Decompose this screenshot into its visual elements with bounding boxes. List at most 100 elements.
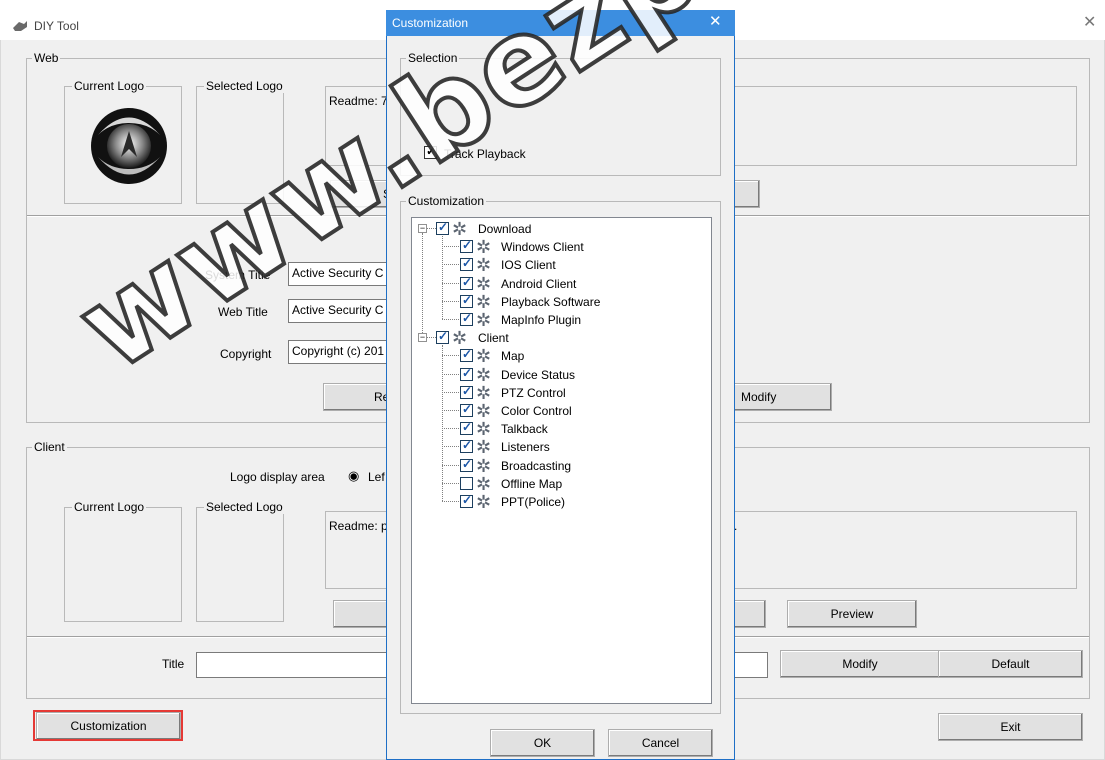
child-checkbox[interactable]: ✓ — [460, 238, 473, 254]
collapse-icon[interactable]: − — [418, 224, 427, 233]
track-playback-checkbox[interactable]: ✓ Track Playback — [424, 144, 544, 161]
child-checkbox[interactable]: ✓ — [460, 274, 473, 290]
child-checkbox[interactable]: ✓ — [460, 366, 473, 381]
client-selected-logo-label: Selected Logo — [204, 500, 285, 514]
radio-selected-icon[interactable]: ◉ — [348, 469, 359, 483]
check-mark-icon: ✓ — [462, 274, 473, 289]
client-selected-logo-box — [196, 507, 284, 622]
tree-connector — [442, 282, 459, 284]
gear-icon: ✲ — [476, 346, 492, 367]
check-mark-icon: ✓ — [438, 220, 449, 234]
gear-icon: ✲ — [476, 473, 492, 494]
dialog-title-bar[interactable]: Customization ✕ — [386, 10, 735, 36]
gear-icon: ✲ — [476, 437, 492, 458]
child-checkbox[interactable]: ✓ — [460, 292, 473, 308]
system-title-label: System Title — [205, 268, 271, 282]
check-mark-icon: ✓ — [462, 256, 473, 271]
checkbox-checked-icon[interactable]: ✓ — [424, 144, 437, 159]
child-checkbox[interactable]: ✓ — [460, 456, 473, 472]
copyright-label: Copyright — [220, 347, 272, 361]
tree-item-label: Offline Map — [501, 476, 563, 491]
dialog-close-icon[interactable]: ✕ — [709, 14, 722, 29]
tree-connector — [442, 246, 459, 248]
tree-item-label: IOS Client — [501, 258, 556, 273]
tree-connector — [427, 337, 436, 339]
app-icon — [13, 21, 27, 31]
check-mark-icon: ✓ — [462, 347, 473, 362]
tree-item-label: Playback Software — [501, 294, 601, 309]
gear-icon: ✲ — [476, 237, 492, 258]
web-current-logo-label: Current Logo — [72, 79, 147, 93]
parent-checkbox[interactable]: ✓ — [436, 329, 449, 345]
tree-item-label: Download — [478, 222, 532, 236]
web-title-input[interactable]: Active Security C — [288, 299, 398, 323]
tree-item-label: Device Status — [501, 367, 576, 382]
tree-connector — [442, 446, 459, 448]
client-modify-button[interactable]: Modify — [780, 650, 940, 678]
cancel-button[interactable]: Cancel — [608, 729, 713, 757]
copyright-input[interactable]: Copyright (c) 201 — [288, 340, 398, 364]
parent-checkbox[interactable]: ✓ — [436, 220, 449, 235]
default-button[interactable]: Default — [938, 650, 1083, 678]
customization-highlight — [33, 710, 183, 741]
tree-item-label: PTZ Control — [501, 385, 566, 400]
system-title-input[interactable]: Active Security C — [288, 262, 398, 286]
exit-button[interactable]: Exit — [938, 713, 1083, 741]
preview-button[interactable]: Preview — [787, 600, 917, 628]
client-current-logo-label: Current Logo — [72, 500, 147, 514]
tree-connector — [442, 300, 459, 302]
tree-item-label: Android Client — [501, 276, 577, 291]
web-selected-logo-box — [196, 86, 284, 204]
client-readme-text: Readme: p — [329, 519, 388, 533]
tree-item-label: Client — [478, 331, 509, 346]
check-mark-icon: ✓ — [462, 456, 473, 471]
left-radio-label: Lef — [368, 470, 385, 484]
tree-item-label: Broadcasting — [501, 458, 572, 473]
gear-icon: ✲ — [476, 273, 492, 294]
child-checkbox[interactable]: ✓ — [460, 402, 473, 417]
check-mark-icon: ✓ — [462, 311, 473, 325]
check-mark-icon: ✓ — [462, 292, 473, 307]
collapse-icon[interactable]: − — [418, 333, 427, 343]
tree-item-label: MapInfo Plugin — [501, 313, 582, 327]
client-group-legend: Client — [32, 440, 67, 454]
check-mark-icon: ✓ — [462, 420, 473, 435]
tree-connector — [442, 373, 459, 375]
client-current-logo-box — [64, 507, 182, 622]
dialog-title: Customization — [392, 16, 469, 30]
child-checkbox[interactable]: ✓ — [460, 256, 473, 272]
web-readme-text: Readme: 7 — [329, 94, 388, 108]
tree-item-label: PPT(Police) — [501, 495, 566, 509]
tree-connector — [442, 482, 459, 484]
child-checkbox[interactable] — [460, 476, 473, 490]
child-checkbox[interactable]: ✓ — [460, 311, 473, 326]
tree-connector — [427, 228, 436, 229]
check-mark-icon: ✓ — [462, 438, 473, 453]
tree-connector — [442, 410, 459, 411]
gear-icon: ✲ — [476, 492, 492, 512]
close-icon[interactable]: ✕ — [1083, 15, 1096, 31]
web-title-label: Web Title — [218, 305, 268, 319]
tree-item-label: Listeners — [501, 440, 550, 455]
tree-connector — [442, 236, 443, 319]
child-checkbox[interactable]: ✓ — [460, 420, 473, 436]
tree-item-label: Windows Client — [501, 240, 584, 255]
child-checkbox[interactable]: ✓ — [460, 493, 473, 508]
child-checkbox[interactable]: ✓ — [460, 347, 473, 363]
tree-connector — [442, 355, 459, 357]
tree-item-label: Map — [501, 349, 525, 364]
ok-button[interactable]: OK — [490, 729, 595, 757]
web-group-legend: Web — [32, 51, 61, 65]
feature-tree[interactable]: − ✓ ✲ Download ✓ ✲ Windows Client ✓ ✲ IOS Client ✓… — [411, 217, 712, 704]
tree-connector — [442, 319, 459, 320]
check-mark-icon: ✓ — [462, 383, 473, 398]
tree-connector — [422, 233, 423, 334]
customization-legend: Customization — [406, 194, 487, 208]
child-checkbox[interactable]: ✓ — [460, 383, 473, 399]
child-checkbox[interactable]: ✓ — [460, 438, 473, 454]
gear-icon: ✲ — [476, 291, 492, 312]
check-mark-icon: ✓ — [462, 402, 473, 416]
gear-icon: ✲ — [476, 310, 492, 330]
logo-display-area-label: Logo display area — [230, 470, 325, 484]
check-mark-icon: ✓ — [462, 238, 473, 253]
